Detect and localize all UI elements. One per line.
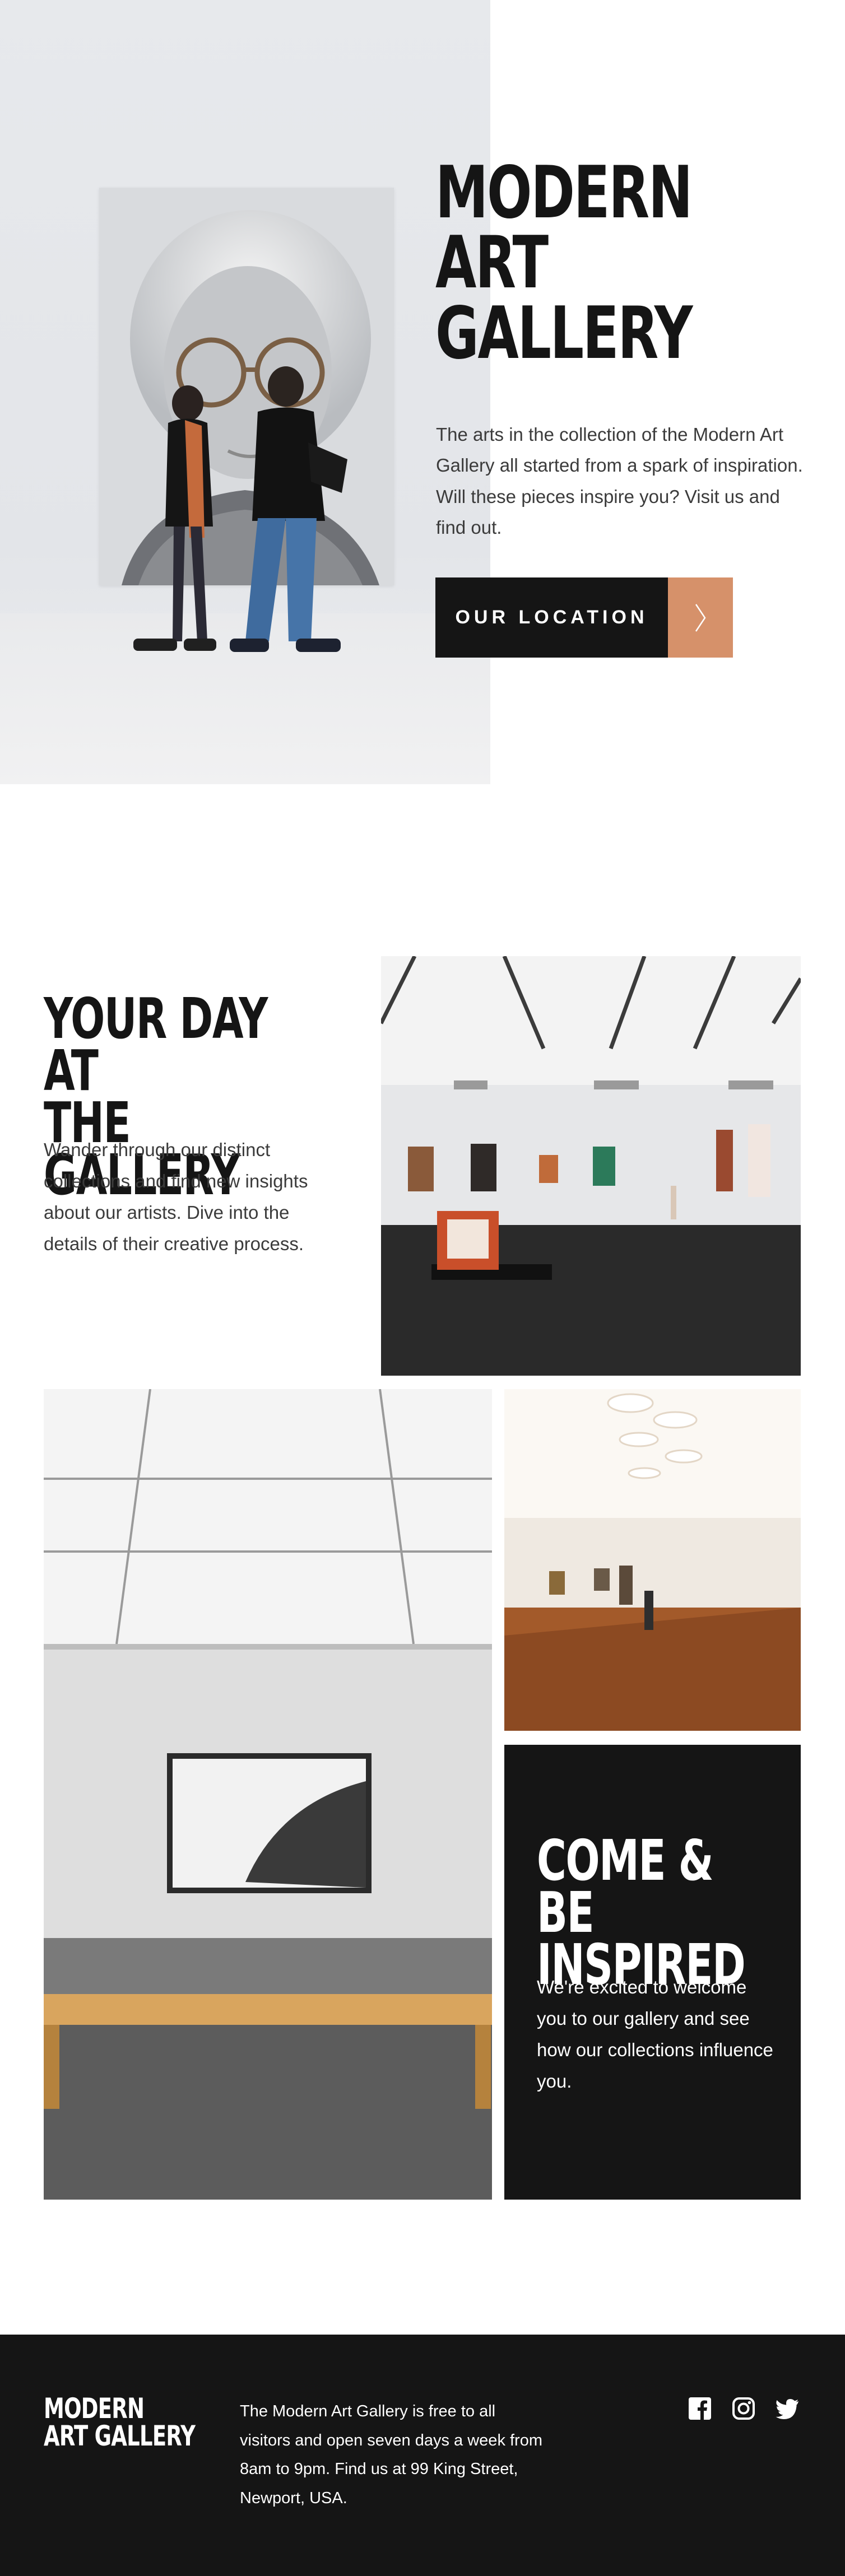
gallery-room-photo: [381, 956, 801, 1376]
facebook-link[interactable]: [688, 2396, 712, 2421]
twitter-link[interactable]: [775, 2396, 800, 2421]
inspire-description: We're excited to welcome you to our gall…: [537, 1977, 773, 2092]
footer-logo[interactable]: MODERN ART GALLERY: [44, 2395, 210, 2450]
hero-image: [0, 0, 490, 784]
gallery-title-line: YOUR DAY AT: [44, 986, 268, 1103]
gallery-section-description: Wander through our distinct collections …: [44, 1139, 308, 1255]
footer-description: The Modern Art Gallery is free to all vi…: [240, 2402, 542, 2507]
inspire-title: COME & BE INSPIRED: [537, 1828, 779, 1993]
hero-title-line: ART: [435, 221, 549, 305]
facebook-icon: [689, 2397, 711, 2420]
inspire-title-line: COME & BE: [537, 1828, 714, 1945]
hero-title-line: MODERN: [435, 151, 693, 235]
hero-description: The arts in the collection of the Modern…: [436, 424, 803, 538]
our-location-arrow-button[interactable]: [668, 577, 733, 658]
twitter-icon: [776, 2399, 798, 2419]
instagram-icon: [732, 2397, 755, 2420]
our-location-label: OUR LOCATION: [455, 607, 648, 628]
instagram-link[interactable]: [731, 2396, 756, 2421]
our-location-button[interactable]: OUR LOCATION: [435, 577, 668, 658]
bench-room-photo: [44, 1389, 492, 2200]
hero-title: MODERN ART GALLERY: [435, 151, 693, 375]
visitors-figures: [133, 366, 347, 652]
wooden-floor-hall-photo: [504, 1389, 801, 1731]
hero-title-line: GALLERY: [435, 291, 693, 375]
footer-logo-line: MODERN: [44, 2392, 145, 2425]
footer-logo-line: ART GALLERY: [44, 2420, 196, 2452]
chevron-right-icon: [695, 603, 706, 632]
